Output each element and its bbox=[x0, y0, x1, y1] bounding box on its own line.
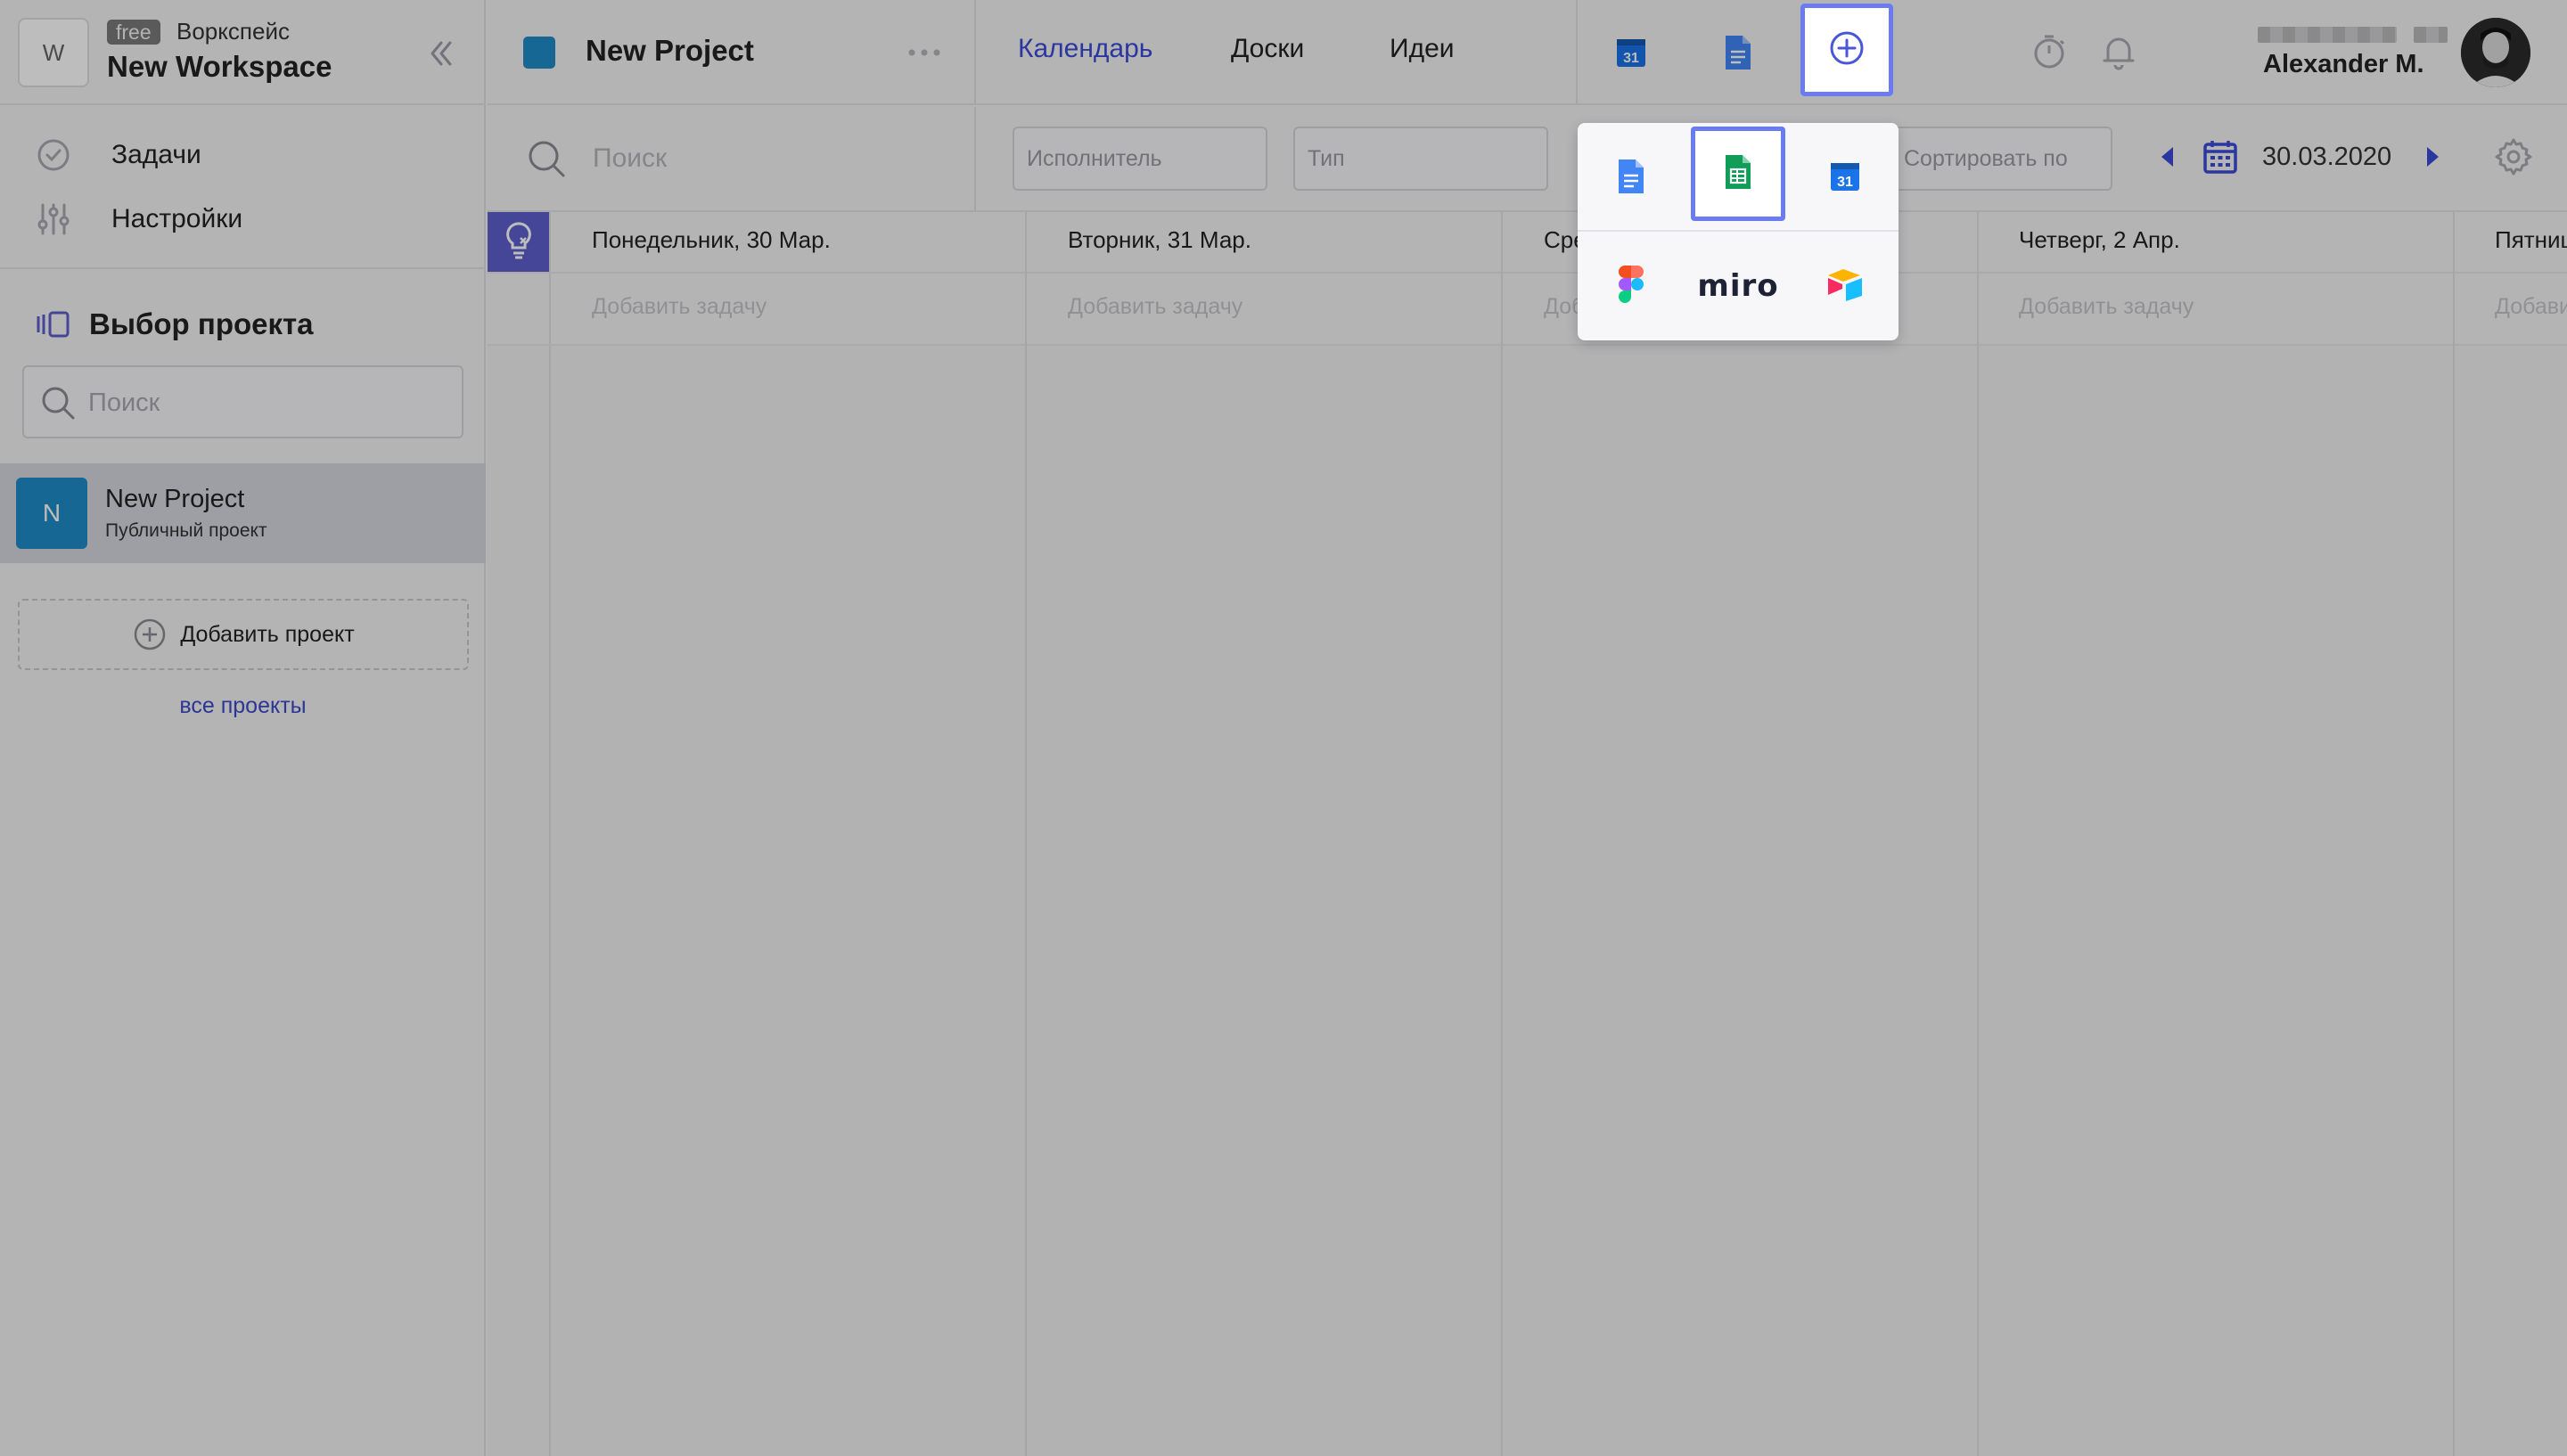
tab-boards[interactable]: Доски bbox=[1231, 34, 1304, 64]
divider bbox=[1501, 212, 1503, 1456]
calendar-icon[interactable] bbox=[2201, 137, 2240, 176]
day-header: Вторник, 31 Мар. bbox=[1068, 226, 1251, 253]
svg-text:31: 31 bbox=[1623, 51, 1639, 66]
user-name[interactable]: Alexander M. bbox=[2263, 50, 2424, 79]
search-icon bbox=[38, 383, 78, 422]
workspace-avatar[interactable]: W bbox=[18, 18, 89, 87]
user-avatar[interactable] bbox=[2461, 18, 2530, 87]
search-icon bbox=[525, 137, 568, 180]
sidebar-item-tasks[interactable]: Задачи bbox=[0, 127, 486, 184]
top-bar: New Project Календарь Доски Идеи 31 Alex… bbox=[488, 0, 2567, 105]
day-header: Пятница, 3 Апр. bbox=[2495, 226, 2567, 253]
miro-logo: miro bbox=[1697, 268, 1779, 304]
google-docs-icon bbox=[1616, 158, 1646, 200]
projects-icon bbox=[36, 306, 73, 343]
google-sheets-option[interactable] bbox=[1691, 127, 1785, 221]
divider bbox=[1576, 0, 1578, 105]
section-title: Выбор проекта bbox=[89, 307, 314, 340]
collapse-sidebar-icon[interactable] bbox=[423, 36, 459, 71]
airtable-option[interactable] bbox=[1798, 239, 1892, 333]
check-circle-icon bbox=[34, 135, 73, 175]
divider bbox=[1977, 212, 1979, 1456]
figma-option[interactable] bbox=[1584, 239, 1678, 333]
type-filter[interactable]: Тип bbox=[1293, 127, 1548, 191]
divider bbox=[0, 267, 486, 269]
assignee-filter[interactable]: Исполнитель bbox=[1013, 127, 1267, 191]
google-sheets-icon bbox=[1723, 153, 1753, 195]
calendar-grid: Понедельник, 30 Мар. Добавить задачу Вто… bbox=[488, 212, 2567, 1456]
divider bbox=[488, 272, 2567, 274]
miro-option[interactable]: miro bbox=[1691, 239, 1785, 333]
airtable-icon bbox=[1825, 266, 1865, 307]
timer-icon[interactable] bbox=[2022, 25, 2076, 78]
add-integration-button-highlight[interactable] bbox=[1800, 4, 1893, 96]
lightbulb-icon bbox=[501, 220, 537, 264]
divider bbox=[549, 212, 551, 1456]
project-search[interactable] bbox=[22, 365, 463, 438]
google-docs-option[interactable] bbox=[1584, 131, 1678, 225]
project-visibility: Публичный проект bbox=[105, 520, 267, 541]
more-options-icon[interactable] bbox=[903, 39, 946, 66]
bell-icon[interactable] bbox=[2092, 25, 2145, 78]
workspace-header[interactable]: W free Воркспейс New Workspace bbox=[0, 0, 486, 105]
divider bbox=[2453, 212, 2455, 1456]
divider bbox=[488, 344, 2567, 346]
project-list-item[interactable]: N New Project Публичный проект bbox=[0, 463, 486, 563]
divider bbox=[974, 0, 976, 105]
figma-icon bbox=[1618, 265, 1644, 308]
add-project-button[interactable]: Добавить проект bbox=[18, 599, 469, 670]
sidebar: W free Воркспейс New Workspace Задачи На… bbox=[0, 0, 486, 1456]
sort-filter[interactable]: Сортировать по bbox=[1890, 127, 2112, 191]
google-calendar-icon[interactable]: 31 bbox=[1604, 26, 1658, 79]
prev-date-icon[interactable] bbox=[2148, 137, 2187, 176]
project-search-input[interactable] bbox=[88, 380, 445, 426]
settings-gear-icon[interactable] bbox=[2494, 137, 2533, 176]
divider bbox=[974, 107, 976, 212]
project-color-swatch bbox=[523, 37, 555, 69]
google-docs-icon[interactable] bbox=[1711, 26, 1765, 79]
add-task-button[interactable]: Добавить задачу bbox=[1068, 294, 1242, 320]
sort-filter-label: Сортировать по bbox=[1904, 146, 2068, 171]
calendar-body bbox=[488, 346, 2567, 1456]
sidebar-item-settings[interactable]: Настройки bbox=[0, 191, 486, 248]
redacted-text bbox=[2414, 27, 2448, 43]
add-project-label: Добавить проект bbox=[180, 621, 355, 647]
workspace-name[interactable]: New Workspace bbox=[107, 50, 332, 84]
project-title[interactable]: New Project bbox=[586, 34, 754, 68]
sidebar-item-label: Настройки bbox=[111, 204, 243, 233]
project-name: New Project bbox=[105, 485, 245, 513]
filter-bar: Исполнитель Тип Сортировать по 30.03.202… bbox=[488, 107, 2567, 212]
tab-ideas[interactable]: Идеи bbox=[1390, 34, 1455, 64]
add-task-button[interactable]: Добавить задачу bbox=[2019, 294, 2194, 320]
all-projects-link[interactable]: все проекты bbox=[0, 693, 486, 719]
svg-text:31: 31 bbox=[1837, 175, 1853, 190]
tab-calendar[interactable]: Календарь bbox=[1018, 34, 1152, 64]
plus-circle-icon bbox=[132, 617, 168, 652]
google-calendar-icon: 31 bbox=[1827, 159, 1863, 199]
add-task-button[interactable]: Добавить задачу bbox=[2495, 294, 2567, 320]
plan-badge: free bbox=[107, 20, 160, 45]
project-picker-title: Выбор проекта bbox=[36, 303, 314, 346]
divider bbox=[1025, 212, 1027, 1456]
add-task-button[interactable]: Добавить задачу bbox=[592, 294, 767, 320]
sidebar-item-label: Задачи bbox=[111, 140, 201, 169]
divider bbox=[1578, 230, 1899, 232]
google-calendar-option[interactable]: 31 bbox=[1798, 131, 1892, 225]
task-search-input[interactable] bbox=[593, 134, 949, 184]
integration-menu: 31 miro bbox=[1578, 123, 1899, 340]
plus-circle-icon bbox=[1827, 29, 1866, 72]
workspace-kind-label: Воркспейс bbox=[176, 18, 290, 45]
redacted-text bbox=[2258, 27, 2397, 43]
project-badge: N bbox=[16, 478, 87, 549]
next-date-icon[interactable] bbox=[2413, 137, 2452, 176]
day-header: Понедельник, 30 Мар. bbox=[592, 226, 831, 253]
current-date[interactable]: 30.03.2020 bbox=[2262, 143, 2391, 172]
sliders-icon bbox=[34, 200, 73, 239]
day-header: Четверг, 2 Апр. bbox=[2019, 226, 2180, 253]
ideas-toggle[interactable] bbox=[488, 212, 549, 272]
